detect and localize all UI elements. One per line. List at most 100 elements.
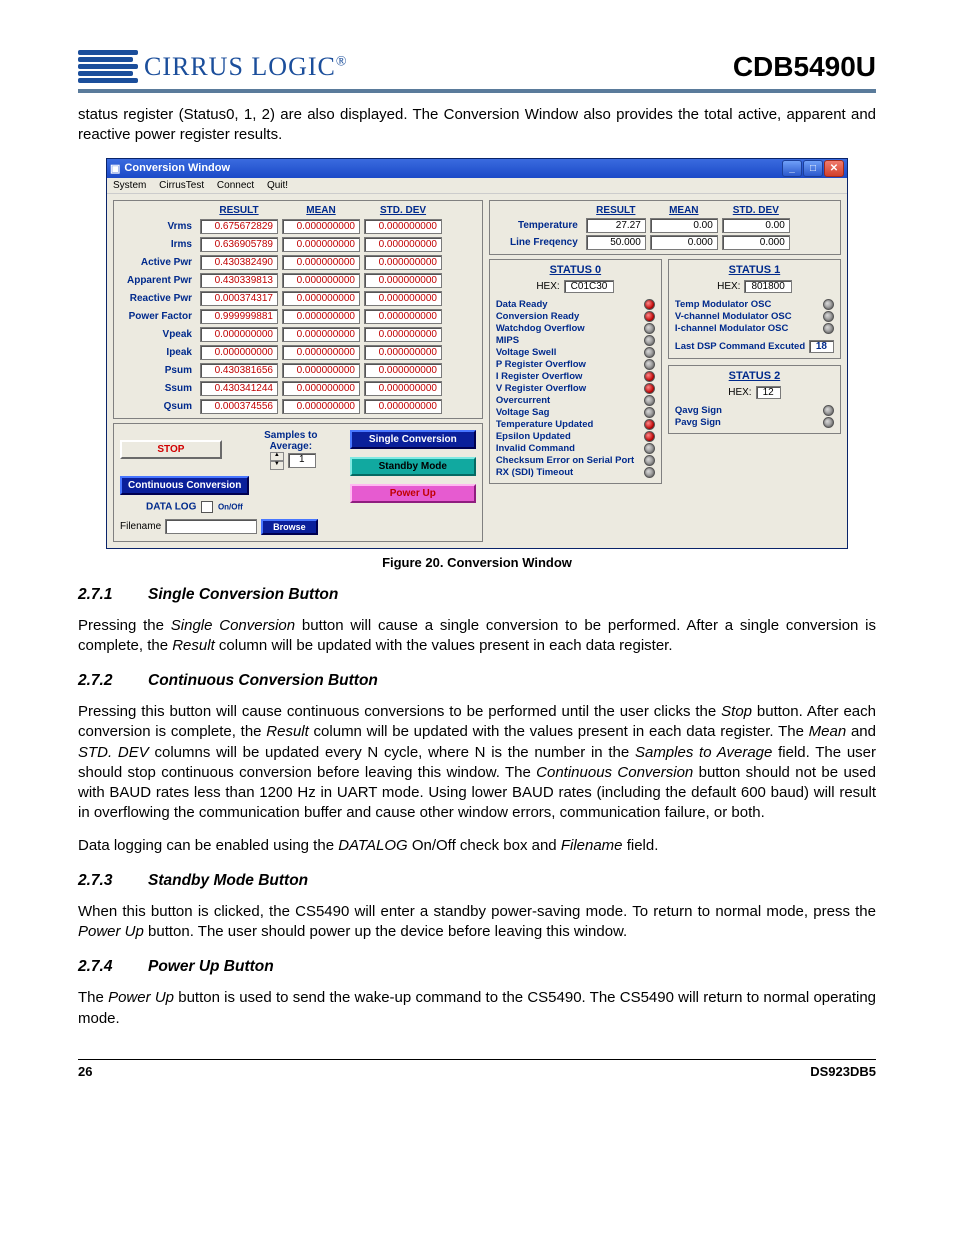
- led-icon: [644, 467, 655, 478]
- page-header: CIRRUS LOGIC® CDB5490U: [78, 50, 876, 93]
- row-label: Apparent Pwr: [118, 275, 196, 286]
- data-row: Power Factor 0.999999881 0.000000000 0.0000…: [118, 309, 478, 324]
- status-led-row: Invalid Command: [496, 443, 655, 454]
- logo-bars-icon: [78, 50, 138, 83]
- power-up-button[interactable]: Power Up: [350, 484, 476, 503]
- led-icon: [644, 335, 655, 346]
- row-mean: 0.000000000: [282, 381, 360, 396]
- row-std: 0.000000000: [364, 273, 442, 288]
- led-icon: [644, 443, 655, 454]
- datalog-checkbox[interactable]: [201, 501, 213, 513]
- row-result: 0.430381656: [200, 363, 278, 378]
- menu-quit[interactable]: Quit!: [267, 180, 288, 191]
- data-row: Reactive Pwr0.0003743170.0000000000.0000…: [118, 291, 478, 306]
- row-label: Ipeak: [118, 347, 196, 358]
- row-std: 0.000000000: [364, 291, 442, 306]
- sec-274-title: 2.7.4Power Up Button: [78, 958, 876, 976]
- close-icon[interactable]: ✕: [824, 160, 844, 177]
- status-led-row: Watchdog Overflow: [496, 323, 655, 334]
- led-icon: [823, 299, 834, 310]
- samples-input[interactable]: 1: [288, 453, 316, 468]
- brand-text: CIRRUS LOGIC®: [144, 52, 348, 82]
- status1-hex: 801800: [744, 280, 791, 293]
- datalog-label: DATA LOG: [146, 501, 196, 512]
- status1-hex-label: HEX:: [717, 281, 740, 292]
- data-row: Qsum0.0003745560.0000000000.000000000: [118, 399, 478, 414]
- status-led-row: Pavg Sign: [675, 417, 834, 428]
- menu-cirrustest[interactable]: CirrusTest: [159, 180, 204, 191]
- minimize-icon[interactable]: _: [782, 160, 802, 177]
- row-result: 0.000374556: [200, 399, 278, 414]
- menu-connect[interactable]: Connect: [217, 180, 254, 191]
- status-led-row: Checksum Error on Serial Port: [496, 455, 655, 466]
- figure-caption: Figure 20. Conversion Window: [78, 555, 876, 570]
- led-icon: [644, 419, 655, 430]
- menu-system[interactable]: System: [113, 180, 146, 191]
- doc-code: DS923DB5: [810, 1064, 876, 1079]
- last-cmd-label: Last DSP Command Excuted: [675, 341, 805, 352]
- results-grid: RESULT MEAN STD. DEV Vrms0.6756728290.00…: [113, 200, 483, 419]
- document-code: CDB5490U: [733, 51, 876, 83]
- single-conversion-button[interactable]: Single Conversion: [350, 430, 476, 449]
- status1-title: STATUS 1: [675, 264, 834, 276]
- data-row: Psum0.4303816560.0000000000.000000000: [118, 363, 478, 378]
- row-std: 0.000000000: [364, 381, 442, 396]
- row-std: 0.000000000: [364, 309, 442, 324]
- col-mean: MEAN: [282, 205, 360, 216]
- status-led-row: I Register Overflow: [496, 371, 655, 382]
- continuous-conversion-button[interactable]: Continuous Conversion: [120, 476, 249, 495]
- row-label: Vpeak: [118, 329, 196, 340]
- row-mean: 0.000000000: [282, 237, 360, 252]
- led-label: Checksum Error on Serial Port: [496, 455, 634, 466]
- led-label: MIPS: [496, 335, 519, 346]
- row-label: Power Factor: [118, 311, 196, 322]
- row-mean: 0.000000000: [282, 327, 360, 342]
- sec-273-body: When this button is clicked, the CS5490 …: [78, 902, 876, 943]
- controls-panel: STOP Samples to Average: ▲▼ 1 Continuous…: [113, 423, 483, 542]
- row-mean: 0.000000000: [282, 219, 360, 234]
- row-std: 0.000000000: [364, 219, 442, 234]
- led-icon: [644, 395, 655, 406]
- status2-hex-label: HEX:: [728, 387, 751, 398]
- row-std: 0.000000000: [364, 345, 442, 360]
- stop-button[interactable]: STOP: [120, 440, 222, 459]
- led-label: Conversion Ready: [496, 311, 579, 322]
- window-titlebar: ▣ Conversion Window _ □ ✕: [107, 159, 847, 178]
- status-led-row: V Register Overflow: [496, 383, 655, 394]
- status1-box: STATUS 1 HEX: 801800 Temp Modulator OSCV…: [668, 259, 841, 359]
- brand-logo: CIRRUS LOGIC®: [78, 50, 348, 83]
- standby-mode-button[interactable]: Standby Mode: [350, 457, 476, 476]
- led-label: Epsilon Updated: [496, 431, 571, 442]
- col-std: STD. DEV: [364, 205, 442, 216]
- led-label: I-channel Modulator OSC: [675, 323, 788, 334]
- row-std: 0.000000000: [364, 363, 442, 378]
- conversion-window: ▣ Conversion Window _ □ ✕ System CirrusT…: [106, 158, 848, 549]
- window-title: Conversion Window: [124, 162, 230, 174]
- samples-spinner[interactable]: ▲▼: [270, 452, 284, 470]
- r-col-mean: MEAN: [650, 205, 718, 216]
- status-led-row: P Register Overflow: [496, 359, 655, 370]
- menu-bar: System CirrusTest Connect Quit!: [107, 178, 847, 194]
- row-mean: 0.000000000: [282, 399, 360, 414]
- row-std: 0.000000000: [364, 327, 442, 342]
- col-result: RESULT: [200, 205, 278, 216]
- maximize-icon[interactable]: □: [803, 160, 823, 177]
- led-label: Temp Modulator OSC: [675, 299, 771, 310]
- led-label: Voltage Sag: [496, 407, 550, 418]
- filename-input[interactable]: [165, 519, 257, 534]
- row-label: Qsum: [118, 401, 196, 412]
- browse-button[interactable]: Browse: [261, 519, 318, 535]
- row-std: 0.000000000: [364, 237, 442, 252]
- row-label: Irms: [118, 239, 196, 250]
- row-result: 0.999999881: [200, 309, 278, 324]
- led-label: I Register Overflow: [496, 371, 583, 382]
- data-row: Apparent Pwr0.4303398130.0000000000.0000…: [118, 273, 478, 288]
- row-result: 0.000000000: [200, 345, 278, 360]
- led-icon: [644, 299, 655, 310]
- sec-271-title: 2.7.1Single Conversion Button: [78, 586, 876, 604]
- status-led-row: Overcurrent: [496, 395, 655, 406]
- status-led-row: V-channel Modulator OSC: [675, 311, 834, 322]
- row-result: 0.000000000: [200, 327, 278, 342]
- row-mean: 0.000000000: [282, 273, 360, 288]
- row-mean: 0.000000000: [282, 309, 360, 324]
